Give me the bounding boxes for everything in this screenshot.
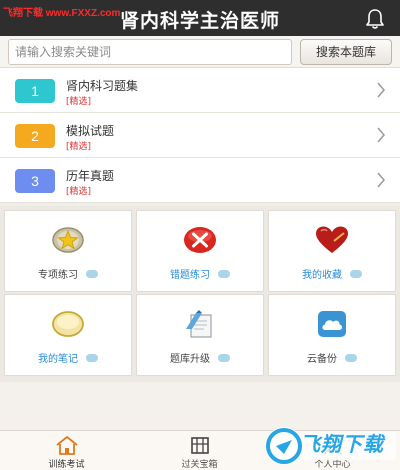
featured-tag: [精选]: [66, 97, 92, 107]
number-badge: 1: [15, 79, 55, 103]
logo-text: 飞翔下载: [300, 432, 384, 456]
nav-label: 过关宝箱: [181, 460, 218, 470]
info-bubble-icon: [218, 269, 230, 278]
tile-label: 云备份: [307, 354, 337, 365]
feature-grid: 专项练习 错题练习 我的收藏 我的笔记 题库升级 云备份: [0, 206, 400, 382]
heart-icon: [316, 226, 348, 253]
info-bubble-icon: [218, 353, 230, 362]
home-icon: [55, 436, 78, 455]
list-item-title: 肾内科习题集: [66, 79, 139, 93]
tile-label: 题库升级: [170, 354, 210, 365]
number-badge: 2: [15, 124, 55, 148]
number-badge: 3: [15, 169, 55, 193]
notebook-icon: [52, 311, 84, 337]
nav-treasure-box[interactable]: 过关宝箱: [133, 431, 266, 470]
featured-tag: [精选]: [66, 187, 92, 197]
search-bar: 搜索本题库: [0, 36, 400, 68]
list-item-mock-exam[interactable]: 2 模拟试题 [精选]: [0, 113, 400, 158]
info-bubble-icon: [350, 269, 362, 278]
tile-label: 我的收藏: [302, 270, 342, 281]
search-input[interactable]: [8, 39, 292, 65]
list-item-title: 模拟试题: [66, 124, 115, 138]
error-x-icon: [184, 227, 216, 253]
tile-label: 专项练习: [38, 270, 78, 281]
tile-label: 我的笔记: [38, 354, 78, 365]
chevron-right-icon: [377, 172, 385, 188]
info-bubble-icon: [345, 353, 357, 362]
tile-my-notes[interactable]: 我的笔记: [4, 294, 132, 376]
tile-label: 错题练习: [170, 270, 210, 281]
list-item-exercises[interactable]: 1 肾内科习题集 [精选]: [0, 68, 400, 113]
nav-label: 训练考试: [48, 460, 85, 470]
chevron-right-icon: [377, 127, 385, 143]
app-header: 飞翔下载 www.FXXZ.com 肾内科学主治医师: [0, 0, 400, 36]
search-button[interactable]: 搜索本题库: [300, 39, 392, 65]
info-bubble-icon: [86, 269, 98, 278]
featured-tag: [精选]: [66, 142, 92, 152]
bell-icon[interactable]: [364, 8, 386, 30]
chevron-right-icon: [377, 82, 385, 98]
list-item-past-exams[interactable]: 3 历年真题 [精选]: [0, 158, 400, 203]
treasure-box-icon: [190, 437, 209, 454]
page-title: 肾内科学主治医师: [119, 10, 280, 32]
tile-special-practice[interactable]: 专项练习: [4, 210, 132, 292]
upgrade-icon: [186, 310, 212, 338]
tile-bank-upgrade[interactable]: 题库升级: [136, 294, 264, 376]
cloud-icon: [318, 311, 346, 337]
list-item-title: 历年真题: [66, 169, 115, 183]
tile-cloud-backup[interactable]: 云备份: [268, 294, 396, 376]
star-badge-icon: [52, 227, 84, 253]
nav-training-exam[interactable]: 训练考试: [0, 431, 133, 470]
tile-my-favorites[interactable]: 我的收藏: [268, 210, 396, 292]
question-bank-list: 1 肾内科习题集 [精选] 2 模拟试题 [精选] 3 历年真题 [精选]: [0, 68, 400, 203]
info-bubble-icon: [86, 353, 98, 362]
tile-wrong-questions[interactable]: 错题练习: [136, 210, 264, 292]
